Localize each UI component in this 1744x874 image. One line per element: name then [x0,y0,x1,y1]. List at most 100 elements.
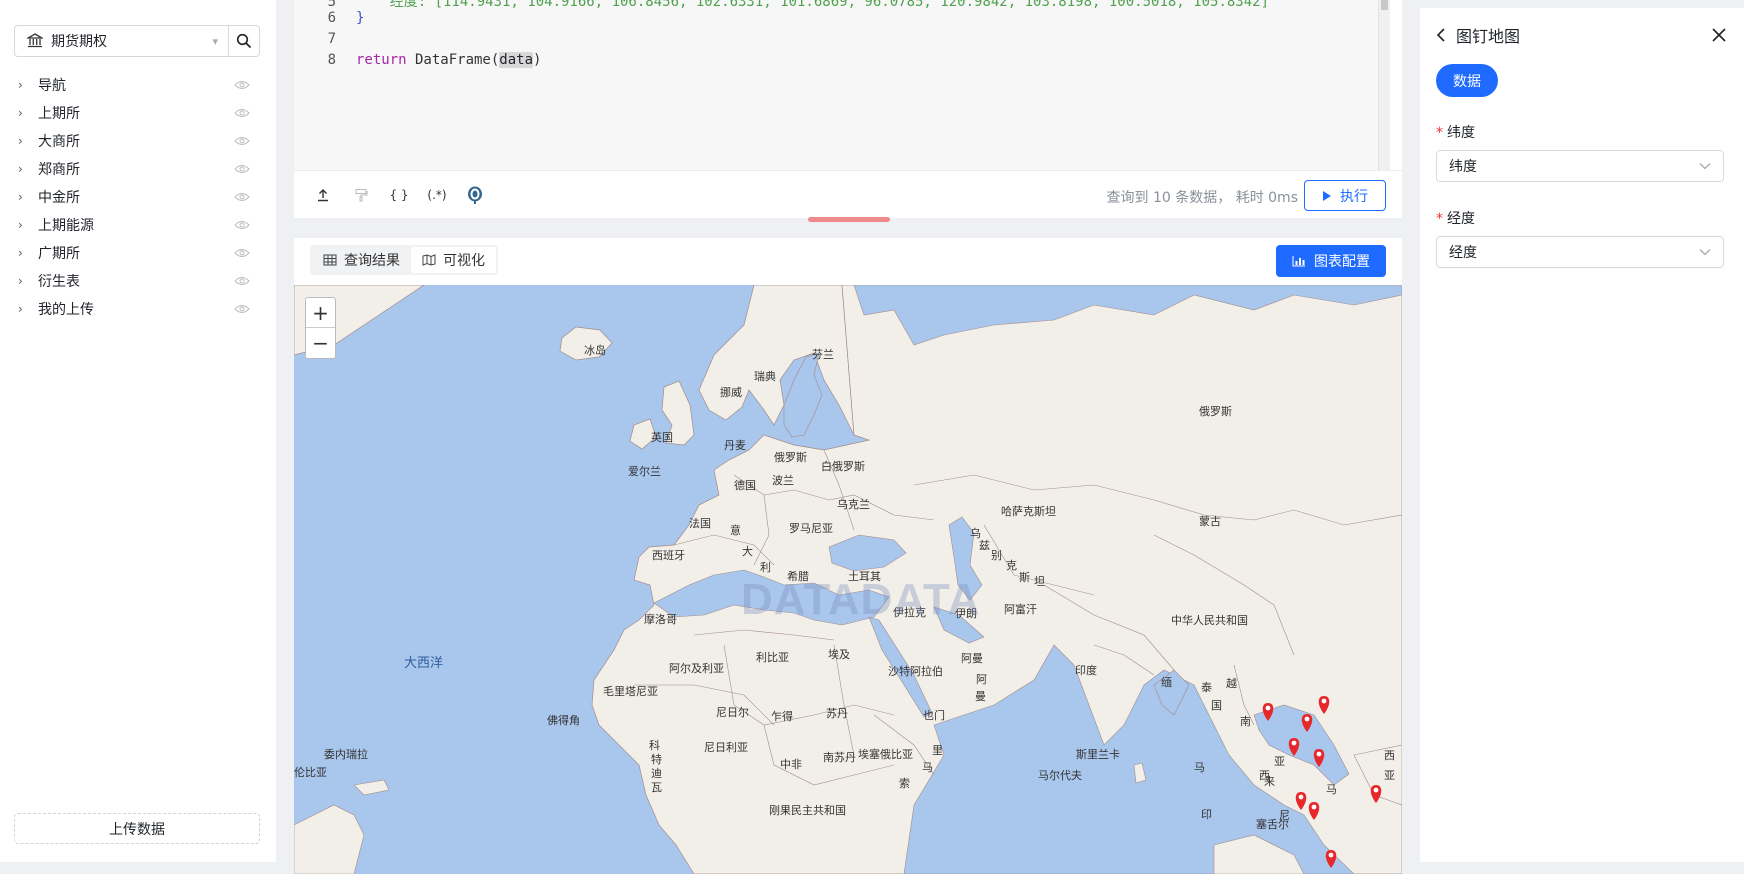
eye-icon[interactable] [234,304,250,314]
chevron-right-icon[interactable]: › [18,190,36,204]
chevron-right-icon[interactable]: › [18,218,36,232]
upload-icon[interactable] [304,180,342,210]
app: 期货期权 ▾ › 导航 › 上期所 › 大商所 › 郑商所 › 中金所 › 上期能源 › 广期… [0,0,1744,874]
map-label: 爱尔兰 [628,465,661,478]
tree-item-label: 我的上传 [38,302,94,318]
map-label: 冰岛 [584,344,606,357]
line-number: 7 [327,31,336,47]
scrollbar-thumb[interactable] [1381,0,1388,10]
eye-icon[interactable] [234,108,250,118]
longitude-select[interactable]: 经度 [1436,236,1724,268]
upload-data-button[interactable]: 上传数据 [14,813,260,844]
panel-header: 图钉地图 [1436,24,1726,46]
map-label: 克 [1006,559,1017,572]
map-label: 中华人民共和国 [1171,614,1248,627]
tree-item-label: 中金所 [38,190,80,206]
format-painter-icon[interactable] [342,180,380,210]
run-button[interactable]: 执行 [1304,180,1386,211]
resize-handle[interactable] [808,217,890,222]
tab-query-results[interactable]: 查询结果 [312,247,411,273]
map-label: 佛得角 [547,714,580,727]
code-editor[interactable]: 5 经度: [114.9431, 104.9166, 106.8456, 102… [294,0,1390,170]
map-label: 芬兰 [812,348,834,361]
search-button[interactable] [229,26,259,56]
code-text: } [356,10,365,26]
editor-scrollbar[interactable] [1378,0,1390,170]
tree-item-label: 上期所 [38,106,80,122]
chevron-right-icon[interactable]: › [18,274,36,288]
latitude-select[interactable]: 纬度 [1436,150,1724,182]
pin-map[interactable]: 冰岛 芬兰 瑞典 挪威 俄罗斯 英国 丹麦 爱尔兰 俄罗斯 白俄罗斯 德国 波兰 乌克兰 哈萨克斯坦 蒙古法… [294,285,1402,874]
chevron-right-icon[interactable]: › [18,162,36,176]
database-logo-icon[interactable] [456,180,494,210]
eye-icon[interactable] [234,220,250,230]
map-label: 印 [1201,808,1212,821]
zoom-in-button[interactable]: + [306,298,335,328]
tree-item[interactable]: › 我的上传 [0,295,276,323]
eye-icon[interactable] [234,248,250,258]
map-label: 俄罗斯 [774,451,807,464]
tree-item[interactable]: › 大商所 [0,127,276,155]
code-line: 6 } [294,8,365,28]
code-highlight: data [499,52,534,68]
eye-icon[interactable] [234,192,250,202]
tree-item[interactable]: › 郑商所 [0,155,276,183]
map-label: 阿曼 [961,652,983,665]
zoom-out-button[interactable]: − [306,328,335,358]
regex-icon[interactable]: (.*) [418,180,456,210]
map-label: 利 [760,561,771,574]
eye-icon[interactable] [234,80,250,90]
close-icon[interactable] [1712,28,1726,42]
map-label: 马尔代夫 [1038,769,1082,782]
latitude-label: * 纬度 [1436,122,1475,142]
code-paren: ) [533,52,542,68]
eye-icon[interactable] [234,136,250,146]
tree-item[interactable]: › 上期能源 [0,211,276,239]
map-label: 英国 [651,431,673,444]
chevron-right-icon[interactable]: › [18,78,36,92]
longitude-label: * 经度 [1436,208,1475,228]
source-dropdown[interactable]: 期货期权 ▾ [15,26,229,56]
eye-icon[interactable] [234,164,250,174]
chevron-right-icon[interactable]: › [18,106,36,120]
map-label: 摩洛哥 [644,613,677,626]
map-icon [422,254,436,266]
search-icon [236,33,252,49]
tree-item[interactable]: › 导航 [0,71,276,99]
bank-icon [27,33,43,48]
tree-item[interactable]: › 衍生表 [0,267,276,295]
chart-config-label: 图表配置 [1314,254,1370,270]
results-panel: 查询结果 可视化 图表配置 冰岛 芬兰 瑞典 挪威 俄罗斯 英国 丹麦 爱尔兰 … [294,238,1402,874]
zoom-control: + − [305,297,336,359]
query-status: 查询到 10 条数据， 耗时 0ms [1106,190,1298,206]
map-label: 亚 [1274,755,1285,768]
tab-data[interactable]: 数据 [1436,64,1498,97]
map-label: 亚 [1384,769,1395,782]
back-icon[interactable] [1436,28,1446,42]
map-label: 西班牙 [652,549,685,562]
chevron-right-icon[interactable]: › [18,302,36,316]
tree-item[interactable]: › 上期所 [0,99,276,127]
tree-item[interactable]: › 中金所 [0,183,276,211]
tree-item-label: 大商所 [38,134,80,150]
source-selector[interactable]: 期货期权 ▾ [14,25,260,57]
map-label: 阿 [976,673,987,686]
map-label: 马 [922,761,933,774]
map-label: 阿尔及利亚 [669,662,724,675]
eye-icon[interactable] [234,276,250,286]
line-number: 8 [327,52,336,68]
map-label: 越 [1226,677,1237,690]
tree-item[interactable]: › 广期所 [0,239,276,267]
map-label: 索 [899,777,910,790]
chart-config-button[interactable]: 图表配置 [1276,245,1386,277]
chevron-right-icon[interactable]: › [18,134,36,148]
map-label: 马 [1326,783,1337,796]
code-text: 经度: [114.9431, 104.9166, 106.8456, 102.6… [356,0,1270,10]
map-label: 罗马尼亚 [789,522,833,535]
tab-visualization[interactable]: 可视化 [411,247,496,273]
chevron-right-icon[interactable]: › [18,246,36,260]
map-label: 埃及 [828,648,850,661]
map-label: 毛里塔尼亚 [603,685,658,698]
braces-icon[interactable]: { } [380,180,418,210]
map-label: 缅 [1161,676,1172,689]
